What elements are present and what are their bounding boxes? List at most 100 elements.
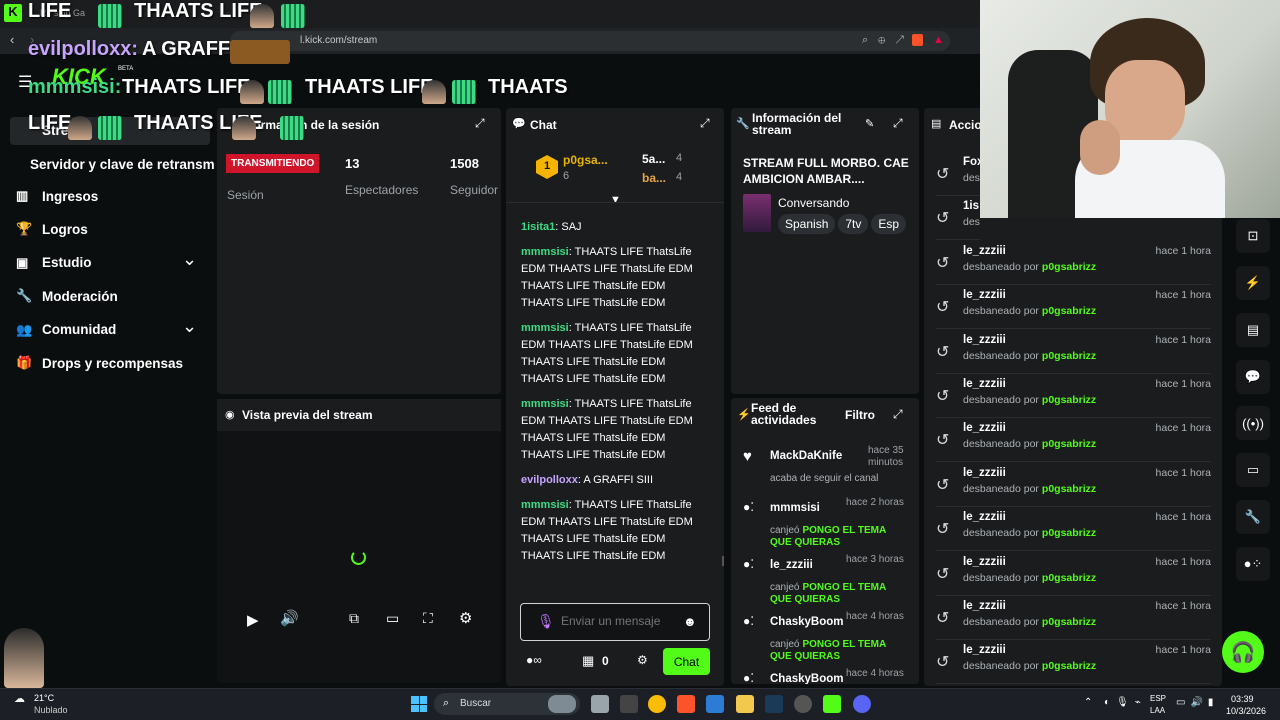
- action-row[interactable]: ↺ le_zzziii desbaneado por p0gsabrizz hace 1…: [936, 644, 1211, 685]
- volume-icon[interactable]: 🔊: [280, 609, 299, 627]
- weather-temp[interactable]: 21°C: [34, 693, 54, 703]
- tag-spanish[interactable]: Spanish: [778, 214, 836, 234]
- undo-icon[interactable]: ↺: [936, 430, 949, 450]
- store-icon[interactable]: [706, 695, 724, 713]
- chat-bubble-icon[interactable]: 💬: [1236, 360, 1270, 394]
- action-username[interactable]: le_zzziii: [963, 378, 1006, 390]
- pip-icon[interactable]: ⧉: [349, 610, 359, 627]
- brave-shield-icon[interactable]: [912, 34, 923, 46]
- moderator-name[interactable]: p0gsabrizz: [1042, 616, 1096, 628]
- action-row[interactable]: ↺ 1is des: [936, 200, 980, 241]
- moderator-name[interactable]: p0gsabrizz: [1042, 572, 1096, 584]
- feed-username[interactable]: MackDaKnife: [770, 450, 842, 462]
- sidebar-item-logros[interactable]: 🏆 Logros: [16, 221, 88, 237]
- chat-username[interactable]: mmmsisi: [521, 499, 569, 511]
- action-username[interactable]: le_zzziii: [963, 289, 1006, 301]
- bolt-icon[interactable]: ⚡: [1236, 266, 1270, 300]
- moderator-name[interactable]: p0gsabrizz: [1042, 660, 1096, 672]
- kick-points-icon[interactable]: ●∞: [526, 653, 542, 667]
- tag-esp[interactable]: Esp: [871, 214, 907, 234]
- action-row[interactable]: ↺ le_zzziii desbaneado por p0gsabrizz hace 1…: [936, 289, 1211, 330]
- tag-7tv[interactable]: 7tv: [838, 214, 869, 234]
- widget-icon[interactable]: [548, 695, 576, 713]
- brave-rewards-icon[interactable]: ▲: [933, 34, 944, 46]
- discord-icon[interactable]: [853, 695, 871, 713]
- expand-icon[interactable]: ⤢: [700, 116, 710, 131]
- moderator-name[interactable]: p0gsabrizz: [1042, 527, 1096, 539]
- wrench-icon[interactable]: 🔧: [1236, 500, 1270, 534]
- mic-icon[interactable]: 🎙: [537, 613, 555, 630]
- action-row[interactable]: ↺ Fox des: [936, 156, 980, 196]
- action-username[interactable]: le_zzziii: [963, 422, 1006, 434]
- undo-icon[interactable]: ↺: [936, 164, 949, 184]
- undo-icon[interactable]: ↺: [936, 386, 949, 406]
- sidebar-item-ingresos[interactable]: ▥ Ingresos: [16, 188, 98, 204]
- expand-icon[interactable]: ⤢: [893, 407, 903, 422]
- fullscreen-icon[interactable]: ⛶: [423, 610, 433, 627]
- start-icon[interactable]: [411, 696, 427, 712]
- chat-username[interactable]: evilpolloxx: [521, 474, 578, 486]
- obs-icon[interactable]: [794, 695, 812, 713]
- sidebar-item-comunidad[interactable]: 👥 Comunidad: [16, 322, 116, 338]
- play-icon[interactable]: ▶: [247, 611, 259, 629]
- feed-username[interactable]: ChaskyBoom: [770, 616, 844, 628]
- undo-icon[interactable]: ↺: [936, 297, 949, 317]
- action-row[interactable]: ↺ le_zzziii desbaneado por p0gsabrizz hace 1…: [936, 422, 1211, 463]
- action-username[interactable]: le_zzziii: [963, 644, 1006, 656]
- lang-top[interactable]: ESP: [1150, 694, 1166, 703]
- tray-chevron-icon[interactable]: ⌃: [1084, 697, 1092, 708]
- gifter-3-name[interactable]: ba...: [642, 171, 666, 185]
- category-name[interactable]: Conversando: [778, 196, 849, 210]
- moderator-name[interactable]: p0gsabrizz: [1042, 438, 1096, 450]
- chat-input-box[interactable]: 🎙 ☻: [520, 603, 710, 641]
- moderator-name[interactable]: p0gsabrizz: [1042, 394, 1096, 406]
- undo-icon[interactable]: ↺: [936, 652, 949, 672]
- expand-icon[interactable]: ⤢: [893, 116, 903, 131]
- task-view-icon[interactable]: [591, 695, 609, 713]
- action-username[interactable]: 1is: [963, 200, 979, 212]
- action-row[interactable]: ↺ le_zzziii desbaneado por p0gsabrizz hace 1…: [936, 600, 1211, 640]
- chat-username[interactable]: mmmsisi: [521, 398, 569, 410]
- network-icon[interactable]: ▭🔊▮: [1176, 697, 1218, 708]
- kick-icon[interactable]: [823, 695, 841, 713]
- chat-username[interactable]: mmmsisi: [521, 246, 569, 258]
- tray-icons[interactable]: ◐🎙⌁: [1104, 697, 1147, 708]
- chrome-icon[interactable]: [648, 695, 666, 713]
- brave-icon[interactable]: [677, 695, 695, 713]
- moderator-name[interactable]: p0gsabrizz: [1042, 261, 1096, 273]
- chevron-down-icon[interactable]: ⌄: [182, 249, 197, 270]
- collapse-icon[interactable]: ▼: [610, 194, 621, 206]
- gifter-2-name[interactable]: 5a...: [642, 152, 665, 166]
- action-username[interactable]: le_zzziii: [963, 245, 1006, 257]
- sidebar-sub-item[interactable]: Servidor y clave de retransm: [30, 157, 215, 172]
- sidebar-item-drops[interactable]: 🎁 Drops y recompensas: [16, 355, 183, 371]
- folder-icon[interactable]: [736, 695, 754, 713]
- chat-username[interactable]: 1isita1: [521, 221, 555, 233]
- back-icon[interactable]: ‹: [10, 32, 14, 47]
- theater-icon[interactable]: ▭: [386, 610, 399, 627]
- top-gifter-name[interactable]: p0gsa...: [563, 153, 608, 167]
- sidebar-item-estudio[interactable]: ▣ Estudio: [16, 255, 92, 271]
- action-username[interactable]: le_zzziii: [963, 511, 1006, 523]
- action-username[interactable]: le_zzziii: [963, 600, 1006, 612]
- chat-scrollbar[interactable]: [722, 556, 724, 566]
- clipboard-icon[interactable]: ▤: [1236, 313, 1270, 347]
- community-icon[interactable]: ●⁘: [1236, 547, 1270, 581]
- action-username[interactable]: le_zzziii: [963, 556, 1006, 568]
- edit-icon[interactable]: ✎: [865, 117, 874, 130]
- undo-icon[interactable]: ↺: [936, 608, 949, 628]
- action-row[interactable]: ↺ le_zzziii desbaneado por p0gsabrizz hace 1…: [936, 556, 1211, 596]
- action-row[interactable]: ↺ le_zzziii desbaneado por p0gsabrizz hace 1…: [936, 245, 1211, 285]
- chat-username[interactable]: mmmsisi: [521, 322, 569, 334]
- settings-icon[interactable]: ⚙: [459, 609, 472, 627]
- action-row[interactable]: ↺ le_zzziii desbaneado por p0gsabrizz hace 1…: [936, 511, 1211, 552]
- url-field[interactable]: l.kick.com/stream: [230, 31, 950, 51]
- undo-icon[interactable]: ↺: [936, 519, 949, 539]
- camera-icon[interactable]: ⊡: [1236, 219, 1270, 253]
- moderator-name[interactable]: p0gsabrizz: [1042, 350, 1096, 362]
- steam-icon[interactable]: [765, 695, 783, 713]
- feed-username[interactable]: mmmsisi: [770, 502, 820, 514]
- epic-icon[interactable]: [620, 695, 638, 713]
- action-row[interactable]: ↺ le_zzziii desbaneado por p0gsabrizz hace 1…: [936, 378, 1211, 418]
- broadcast-icon[interactable]: ((•)): [1236, 406, 1270, 440]
